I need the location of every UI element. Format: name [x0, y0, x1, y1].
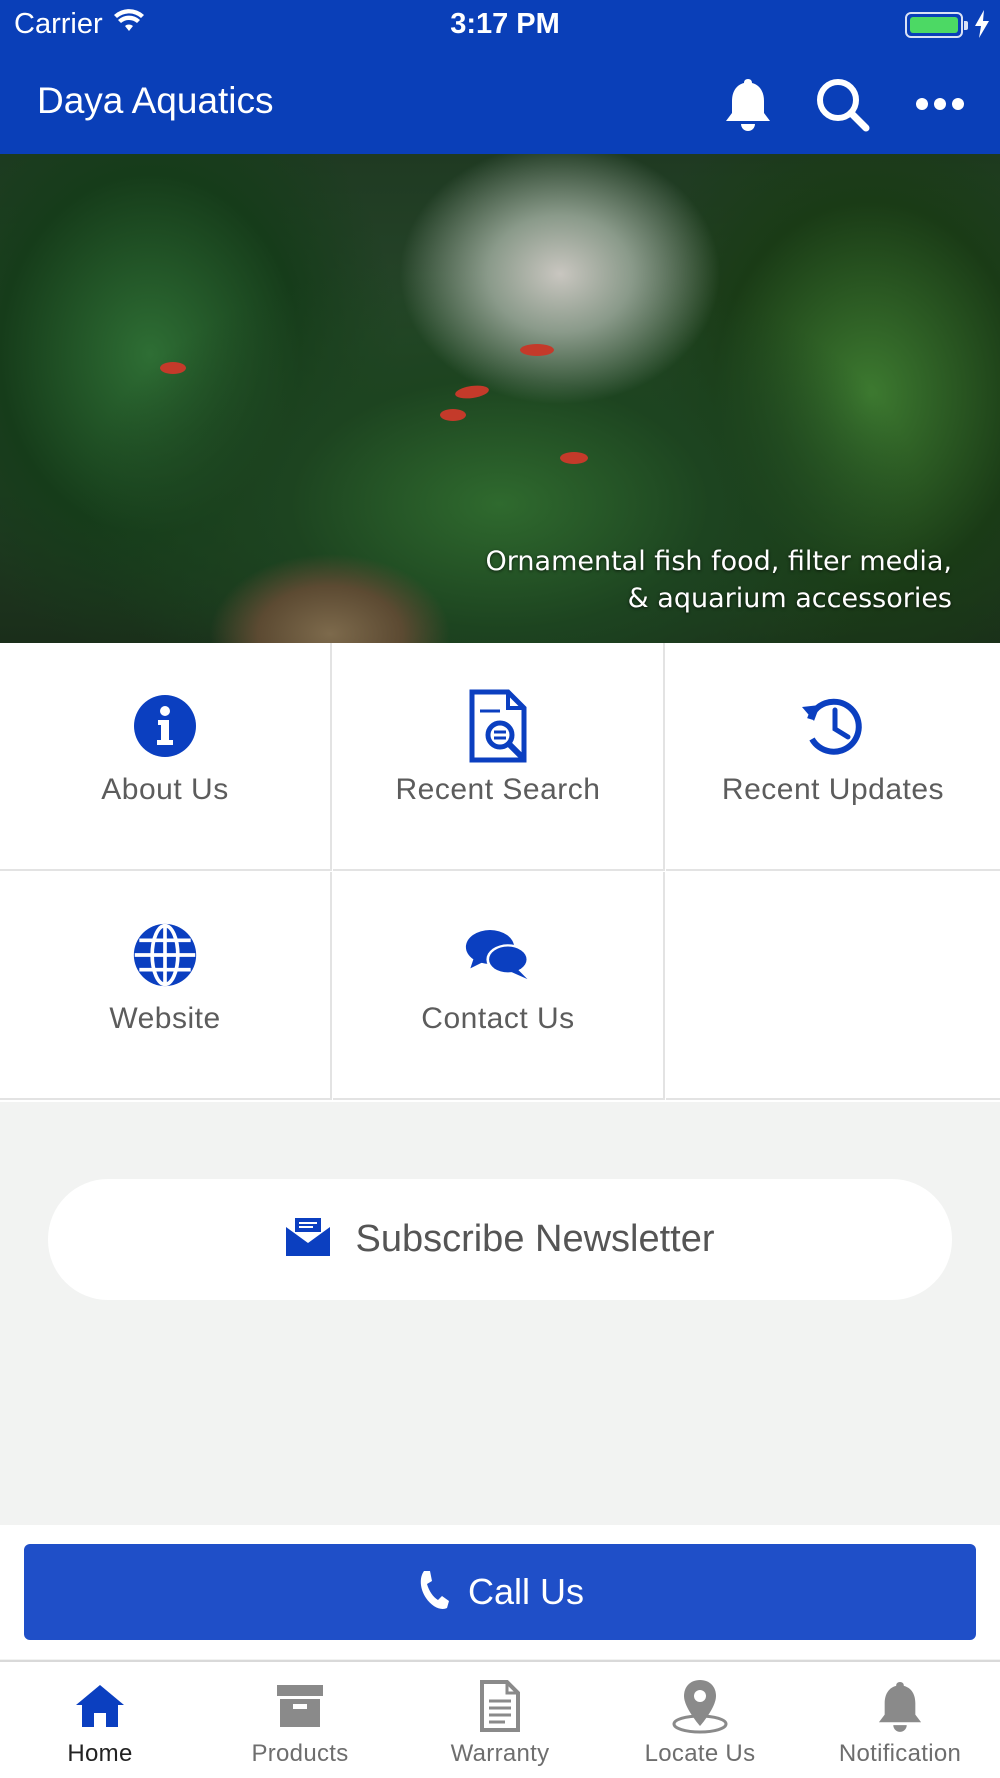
fish-decoration: [160, 362, 186, 374]
fish-decoration: [520, 344, 554, 356]
fish-decoration: [454, 383, 490, 401]
empty-tile: [666, 872, 1000, 1100]
app-title: Daya Aquatics: [37, 80, 274, 121]
tile-label: Recent Updates: [721, 773, 945, 806]
archive-box-icon: [276, 1678, 324, 1734]
subscribe-newsletter-button[interactable]: Subscribe Newsletter: [48, 1179, 952, 1300]
website-tile[interactable]: Website: [0, 872, 332, 1100]
fish-decoration: [440, 409, 466, 421]
menu-grid: About Us Recent Search Recent Updates We…: [0, 643, 1000, 1102]
tab-products[interactable]: Products: [200, 1662, 400, 1778]
more-icon[interactable]: [910, 74, 970, 134]
call-us-button[interactable]: Call Us: [24, 1544, 976, 1640]
about-us-tile[interactable]: About Us: [0, 643, 332, 871]
tile-label: About Us: [101, 773, 229, 806]
info-icon: [132, 693, 198, 759]
status-time: 3:17 PM: [450, 8, 560, 40]
hero-caption-line: & aquarium accessories: [627, 583, 952, 614]
tab-home[interactable]: Home: [0, 1662, 200, 1778]
battery-icon: [905, 12, 968, 38]
tile-label: Website: [109, 1002, 221, 1035]
tab-label: Locate Us: [644, 1740, 756, 1767]
status-bar: Carrier 3:17 PM: [0, 0, 1000, 50]
bell-icon[interactable]: [718, 74, 778, 134]
home-icon: [74, 1678, 126, 1734]
hero-banner: Ornamental fish food, filter media, & aq…: [0, 154, 1000, 643]
tab-label: Warranty: [450, 1740, 550, 1767]
tile-label: Contact Us: [421, 1002, 575, 1035]
search-icon[interactable]: [812, 74, 872, 134]
call-us-label: Call Us: [467, 1571, 584, 1612]
document-icon: [479, 1678, 521, 1734]
charging-bolt-icon: [974, 10, 990, 43]
tab-locate-us[interactable]: Locate Us: [600, 1662, 800, 1778]
map-pin-icon: [672, 1678, 728, 1734]
chat-bubbles-icon: [465, 922, 531, 988]
call-bar: Call Us: [0, 1525, 1000, 1659]
hero-caption: Ornamental fish food, filter media, & aq…: [486, 543, 952, 617]
tab-label: Notification: [838, 1740, 962, 1767]
recent-search-tile[interactable]: Recent Search: [333, 643, 665, 871]
app-bar: Carrier 3:17 PM Daya Aquatics: [0, 0, 1000, 154]
globe-icon: [132, 922, 198, 988]
phone-icon: [416, 1569, 450, 1616]
bell-icon: [877, 1678, 923, 1734]
subscribe-label: Subscribe Newsletter: [355, 1218, 715, 1260]
recent-updates-tile[interactable]: Recent Updates: [666, 643, 1000, 871]
contact-us-tile[interactable]: Contact Us: [333, 872, 665, 1100]
fish-decoration: [560, 452, 588, 464]
tab-label: Home: [67, 1740, 133, 1767]
tab-label: Products: [251, 1740, 349, 1767]
tab-warranty[interactable]: Warranty: [400, 1662, 600, 1778]
document-search-icon: [465, 689, 531, 763]
tile-label: Recent Search: [395, 773, 601, 806]
tab-bar: Home Products Warranty Locate Us Notific…: [0, 1660, 1000, 1778]
history-clock-icon: [800, 693, 866, 759]
tab-notification[interactable]: Notification: [800, 1662, 1000, 1778]
envelope-icon: [285, 1217, 331, 1262]
hero-caption-line: Ornamental fish food, filter media,: [485, 546, 952, 577]
